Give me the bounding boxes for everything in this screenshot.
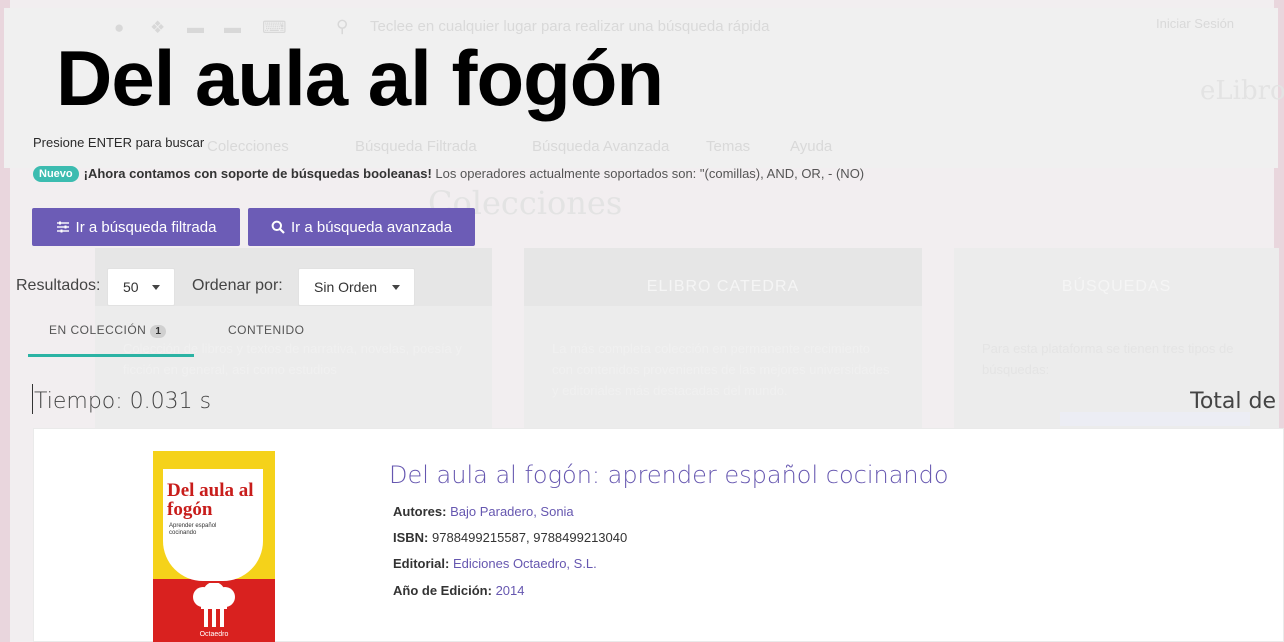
sort-value: Sin Orden	[314, 279, 378, 295]
ghost-card: ELIBRO CATEDRA La más completa colección…	[524, 248, 922, 428]
search-time: Tiempo: 0.031 s	[34, 389, 212, 414]
ghost-nav-temas: Temas	[706, 138, 751, 155]
search-hint: Presione ENTER para buscar	[33, 135, 205, 150]
notice-headline: ¡Ahora contamos con soporte de búsquedas…	[83, 166, 432, 181]
chef-hat-icon	[193, 583, 235, 627]
publisher-field: Editorial: Ediciones Octaedro, S.L.	[393, 556, 597, 571]
new-badge: Nuevo	[33, 166, 79, 182]
overlay-title: Del aula al fogón	[56, 34, 664, 122]
boolean-notice: Nuevo ¡Ahora contamos con soporte de búsq…	[33, 166, 864, 182]
results-per-page-value: 50	[123, 279, 139, 295]
cover-title: Del aula al fogón	[167, 480, 254, 520]
results-label: Resultados:	[16, 277, 101, 294]
author-link[interactable]: Bajo Paradero, Sonia	[450, 504, 574, 519]
ghost-card-label: ELIBRO CATEDRA	[646, 278, 800, 295]
filtered-search-label: Ir a búsqueda filtrada	[75, 218, 217, 236]
authors-field: Autores: Bajo Paradero, Sonia	[393, 504, 574, 519]
isbn-field: ISBN: 9788499215587, 9788499213040	[393, 530, 627, 545]
sort-label: Ordenar por:	[192, 277, 283, 294]
tab-contenido-label: CONTENIDO	[228, 323, 305, 337]
ghost-card-label: BÚSQUEDAS	[1061, 278, 1172, 295]
sliders-icon	[56, 221, 69, 233]
year-label: Año de Edición:	[393, 583, 492, 598]
ghost-card-desc: Colección de libros y textos de narrativ…	[123, 341, 462, 377]
book-cover[interactable]: Del aula al fogón Aprender español cocin…	[153, 451, 275, 642]
logo: eLibro	[1200, 76, 1284, 106]
year-link[interactable]: 2014	[496, 583, 525, 598]
cover-publisher: Octaedro	[199, 631, 229, 638]
publisher-link[interactable]: Ediciones Octaedro, S.L.	[453, 556, 597, 571]
isbn-value: 9788499215587, 9788499213040	[432, 530, 628, 545]
advanced-search-button[interactable]: Ir a búsqueda avanzada	[248, 208, 475, 246]
sort-select[interactable]: Sin Orden	[298, 268, 415, 306]
results-per-page-select[interactable]: 50	[107, 268, 175, 306]
ghost-nav-ayuda: Ayuda	[790, 138, 833, 155]
isbn-label: ISBN:	[393, 530, 429, 545]
advanced-search-label: Ir a búsqueda avanzada	[291, 218, 452, 236]
total-results: Total de	[1190, 389, 1276, 414]
publisher-label: Editorial:	[393, 556, 450, 571]
ghost-nav-colecciones: Colecciones	[207, 138, 289, 155]
ghost-nav-filtrada: Búsqueda Filtrada	[355, 138, 477, 155]
login-link: Iniciar Sesión	[1156, 16, 1235, 31]
tab-count-badge: 1	[150, 325, 167, 338]
filtered-search-button[interactable]: Ir a búsqueda filtrada	[32, 208, 240, 246]
ghost-card-header	[524, 248, 922, 306]
result-title-link[interactable]: Del aula al fogón: aprender español coci…	[389, 461, 949, 489]
ghost-card-header	[954, 248, 1279, 306]
caret-down-icon	[152, 285, 160, 290]
notice-text: Los operadores actualmente soportados so…	[431, 166, 865, 181]
caret-down-icon	[392, 285, 400, 290]
authors-label: Autores:	[393, 504, 447, 519]
year-field: Año de Edición: 2014	[393, 583, 525, 598]
ghost-card-desc: Para esta plataforma se tienen tres tipo…	[982, 341, 1234, 377]
ghost-button	[1060, 412, 1250, 426]
tab-en-coleccion-label: EN COLECCIÓN	[49, 323, 147, 337]
cover-subtitle: Aprender español cocinando	[169, 523, 217, 536]
search-icon	[271, 220, 285, 234]
tab-contenido[interactable]: CONTENIDO	[228, 323, 305, 337]
tab-en-coleccion[interactable]: EN COLECCIÓN 1	[49, 323, 167, 338]
ghost-card-desc: La más completa colección en permanente …	[552, 341, 890, 398]
text-cursor	[32, 384, 33, 414]
ghost-nav-avanzada: Búsqueda Avanzada	[532, 138, 670, 155]
active-tab-indicator	[28, 354, 194, 357]
